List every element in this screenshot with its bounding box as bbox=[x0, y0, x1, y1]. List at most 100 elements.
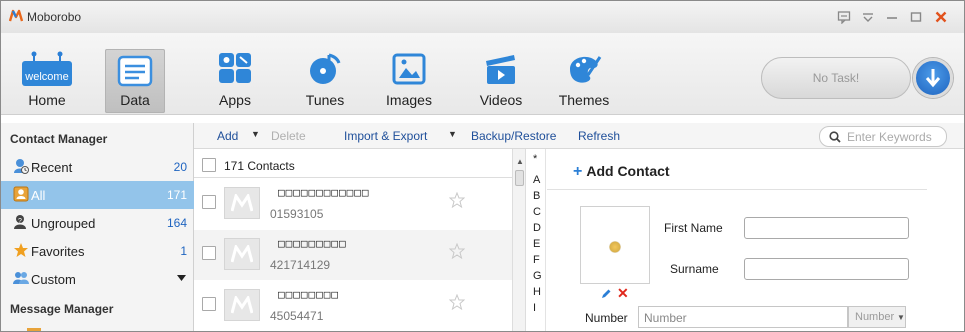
first-name-label: First Name bbox=[664, 221, 723, 235]
contact-row[interactable]: □□□□□□□□□□□□ 01593105 bbox=[194, 179, 512, 229]
contact-avatar bbox=[224, 289, 260, 321]
sidebar-item-count: 171 bbox=[166, 188, 187, 202]
alpha-letter[interactable]: * bbox=[533, 153, 537, 165]
contact-manager-header: Contact Manager bbox=[10, 132, 108, 146]
recent-contacts-icon bbox=[14, 159, 29, 174]
plus-icon: + bbox=[573, 163, 583, 180]
scroll-thumb[interactable] bbox=[515, 170, 524, 186]
number-type-select[interactable]: Number ▼ bbox=[848, 306, 906, 328]
minimize-icon[interactable] bbox=[881, 7, 903, 27]
alpha-letter[interactable]: B bbox=[533, 190, 540, 202]
scroll-up-icon[interactable]: ▲ bbox=[516, 157, 524, 166]
toolbar-label-apps: Apps bbox=[219, 92, 251, 108]
favorite-star-icon[interactable] bbox=[449, 243, 465, 259]
first-name-field[interactable] bbox=[744, 217, 909, 239]
menu-icon[interactable] bbox=[857, 7, 879, 27]
apps-icon bbox=[219, 53, 251, 83]
welcome-badge: welcome bbox=[25, 71, 69, 83]
contact-name: □□□□□□□□□□□□ bbox=[278, 186, 370, 199]
surname-label: Surname bbox=[670, 262, 719, 276]
contact-avatar bbox=[224, 238, 260, 270]
alpha-letter[interactable]: A bbox=[533, 174, 540, 186]
app-title: Moborobo bbox=[27, 10, 82, 24]
alpha-letter[interactable]: E bbox=[533, 238, 540, 250]
alpha-letter[interactable]: G bbox=[533, 270, 542, 282]
toolbar-label-images: Images bbox=[386, 92, 432, 108]
message-icon bbox=[27, 328, 41, 331]
add-button[interactable]: Add bbox=[217, 129, 238, 143]
toolbar-apps[interactable]: Apps bbox=[205, 47, 265, 111]
ungrouped-icon: ? bbox=[14, 215, 26, 229]
sidebar-item-ungrouped[interactable]: ? Ungrouped 164 bbox=[1, 209, 194, 237]
favorite-star-icon[interactable] bbox=[449, 192, 465, 208]
import-export-button[interactable]: Import & Export bbox=[344, 129, 427, 143]
add-contact-heading[interactable]: + Add Contact bbox=[573, 163, 670, 181]
add-dropdown-icon[interactable]: ▼ bbox=[251, 129, 260, 139]
contacts-list: 171 Contacts □□□□□□□□□□□□ 01593105 □□□□□… bbox=[194, 149, 512, 331]
toolbar-videos[interactable]: Videos bbox=[471, 47, 531, 111]
task-status-label: No Task! bbox=[812, 71, 860, 85]
contact-row[interactable]: □□□□□□□□□ 421714129 bbox=[194, 230, 512, 280]
remove-photo-icon[interactable]: ✕ bbox=[617, 286, 629, 300]
chevron-down-icon: ▼ bbox=[897, 313, 905, 322]
sidebar-item-count: 1 bbox=[180, 244, 187, 258]
toolbar-tunes[interactable]: Tunes bbox=[295, 47, 355, 111]
default-avatar-icon bbox=[231, 194, 253, 212]
alpha-letter[interactable]: C bbox=[533, 206, 541, 218]
feedback-icon[interactable] bbox=[833, 7, 855, 27]
import-export-dropdown-icon[interactable]: ▼ bbox=[448, 129, 457, 139]
contacts-count: 171 Contacts bbox=[224, 159, 295, 173]
contact-photo[interactable] bbox=[580, 206, 650, 284]
title-bar: Moborobo bbox=[1, 1, 964, 33]
search-input[interactable]: Enter Keywords bbox=[819, 126, 947, 147]
message-manager-header: Message Manager bbox=[10, 302, 114, 316]
toolbar-label-data: Data bbox=[120, 92, 150, 108]
contacts-list-header: 171 Contacts bbox=[194, 152, 512, 178]
sidebar-item-label: Recent bbox=[31, 160, 73, 175]
delete-button[interactable]: Delete bbox=[271, 129, 306, 143]
number-label: Number bbox=[585, 311, 628, 325]
number-field[interactable]: Number bbox=[638, 306, 848, 328]
sidebar-item-favorites[interactable]: Favorites 1 bbox=[1, 237, 194, 265]
toolbar-label-videos: Videos bbox=[479, 92, 523, 108]
contact-name: □□□□□□□□ bbox=[278, 288, 339, 301]
sidebar-item-count: 20 bbox=[173, 160, 187, 174]
contact-checkbox[interactable] bbox=[202, 297, 216, 311]
default-avatar-icon bbox=[231, 245, 253, 263]
select-all-checkbox[interactable] bbox=[202, 158, 216, 172]
contact-checkbox[interactable] bbox=[202, 195, 216, 209]
maximize-icon[interactable] bbox=[905, 7, 927, 27]
close-icon[interactable] bbox=[930, 7, 952, 27]
sidebar-item-recent[interactable]: Recent 20 bbox=[1, 153, 194, 181]
alpha-letter[interactable]: I bbox=[533, 302, 536, 314]
search-icon bbox=[829, 131, 841, 143]
sidebar-item-custom[interactable]: Custom bbox=[1, 265, 194, 293]
contacts-scrollbar[interactable]: ▲ bbox=[512, 149, 526, 331]
toolbar-home[interactable]: welcome Home bbox=[17, 47, 77, 111]
alpha-letter[interactable]: F bbox=[533, 254, 540, 266]
toolbar-themes[interactable]: Themes bbox=[554, 47, 614, 111]
toolbar-data[interactable]: Data bbox=[105, 49, 165, 113]
sidebar-item-all[interactable]: All 171 bbox=[1, 181, 194, 209]
task-status-button[interactable]: No Task! bbox=[761, 57, 911, 99]
alphabet-index: * A B C D E F G H I bbox=[526, 149, 546, 331]
toolbar-images[interactable]: Images bbox=[379, 47, 439, 111]
videos-icon bbox=[486, 55, 515, 84]
number-placeholder: Number bbox=[644, 311, 687, 325]
themes-icon bbox=[570, 56, 602, 83]
backup-restore-button[interactable]: Backup/Restore bbox=[471, 129, 556, 143]
alpha-letter[interactable]: H bbox=[533, 286, 541, 298]
toolbar-label-themes: Themes bbox=[558, 92, 610, 108]
download-button[interactable] bbox=[913, 58, 953, 98]
divider bbox=[547, 189, 927, 190]
refresh-button[interactable]: Refresh bbox=[578, 129, 620, 143]
app-window: Moborobo welcome Home Data Apps Tunes Im… bbox=[0, 0, 965, 332]
alpha-letter[interactable]: D bbox=[533, 222, 541, 234]
favorite-star-icon[interactable] bbox=[449, 294, 465, 310]
edit-pencil-icon[interactable] bbox=[600, 288, 612, 300]
contact-row[interactable]: □□□□□□□□ 45054471 bbox=[194, 281, 512, 331]
contact-checkbox[interactable] bbox=[202, 246, 216, 260]
sidebar-item-count: 164 bbox=[166, 216, 187, 230]
expand-caret-icon[interactable] bbox=[177, 275, 186, 281]
surname-field[interactable] bbox=[744, 258, 909, 280]
